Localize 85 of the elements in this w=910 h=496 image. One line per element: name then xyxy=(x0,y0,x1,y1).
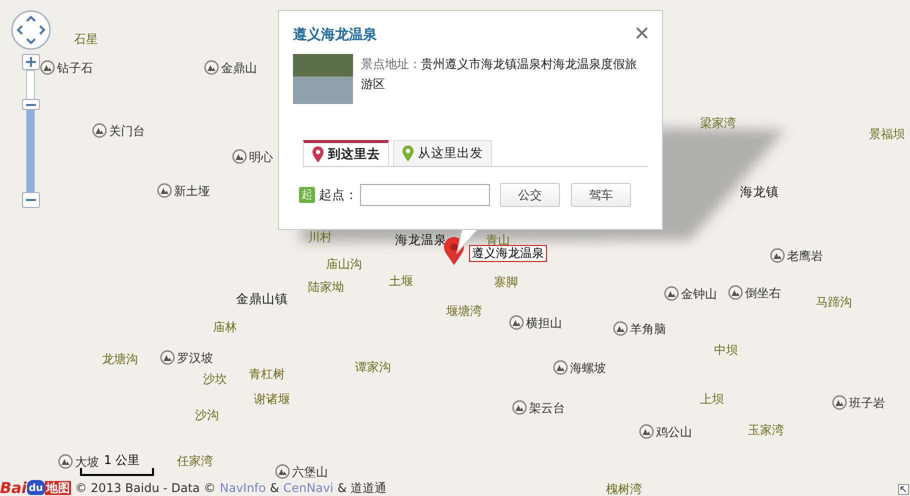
place-label: 谭家沟 xyxy=(355,360,391,374)
mountain-icon xyxy=(92,123,107,138)
corner-arrow-icon[interactable] xyxy=(898,484,909,495)
mountain-icon xyxy=(639,424,654,439)
start-badge: 起 xyxy=(299,187,315,203)
place-label: 新土垭 xyxy=(174,184,210,198)
place-label: 钻子石 xyxy=(57,60,93,74)
start-label: 起点： xyxy=(319,186,358,204)
logo-text: Bai xyxy=(0,480,27,494)
mountain-icon xyxy=(509,315,524,330)
mountain-icon xyxy=(204,60,219,75)
start-input-field[interactable] xyxy=(360,184,490,206)
mountain-icon xyxy=(232,149,247,164)
place-label: 金鼎山 xyxy=(221,60,257,74)
zoom-out-button[interactable] xyxy=(22,192,40,208)
place-label: 堰塘湾 xyxy=(446,304,482,318)
place-label: 梁家湾 xyxy=(700,116,736,130)
direction-tab[interactable]: 从这里出发 xyxy=(393,140,492,166)
separator-text: & xyxy=(270,480,280,494)
close-icon[interactable] xyxy=(636,27,648,39)
place-label: 沙坎 xyxy=(203,372,227,386)
place-label: 景福坝 xyxy=(869,127,905,141)
place-label: 老鹰岩 xyxy=(787,248,823,262)
route-button[interactable]: 驾车 xyxy=(571,183,631,207)
place-label: 马蹄沟 xyxy=(816,295,852,309)
place-label: 六堡山 xyxy=(292,464,328,478)
place-label: 横担山 xyxy=(526,316,562,330)
place-label: 庙林 xyxy=(213,320,237,334)
place-label: 关门台 xyxy=(109,124,145,138)
place-label: 明心 xyxy=(249,150,273,164)
place-label: 青山 xyxy=(486,233,510,247)
place-label: 海龙温泉 xyxy=(395,233,447,247)
popup-title: 遵义海龙温泉 xyxy=(293,26,377,45)
place-label: 庙山沟 xyxy=(326,257,362,271)
place-label: 中坝 xyxy=(714,343,738,357)
mountain-icon xyxy=(512,400,527,415)
zoom-slider-handle[interactable] xyxy=(22,99,40,110)
place-label: 槐树湾 xyxy=(606,482,642,496)
place-label: 川村 xyxy=(308,230,332,244)
place-label: 陆家坳 xyxy=(308,280,344,294)
mountain-icon xyxy=(58,454,73,469)
place-label: 金钟山 xyxy=(681,286,717,300)
direction-tab[interactable]: 到这里去 xyxy=(303,140,389,166)
place-label: 青杠树 xyxy=(249,367,285,381)
place-label: 龙塘沟 xyxy=(102,352,138,366)
place-label: 大坡 xyxy=(75,454,99,468)
mountain-icon xyxy=(157,183,172,198)
place-label: 海龙镇 xyxy=(740,185,779,199)
place-label: 上坝 xyxy=(700,392,724,406)
mountain-icon xyxy=(832,395,847,410)
logo-text: 地图 xyxy=(44,480,71,494)
copyright-text: © 2013 Baidu - Data © xyxy=(74,480,216,494)
address-text: 景点地址：贵州遵义市海龙镇温泉村海龙温泉度假旅游区 xyxy=(361,56,638,93)
place-label: 金鼎山镇 xyxy=(236,292,288,306)
place-label: 谢诸堰 xyxy=(254,392,290,406)
zoom-in-button[interactable] xyxy=(22,54,40,70)
zoom-slider-track[interactable] xyxy=(26,70,35,194)
plus-icon xyxy=(26,57,36,67)
place-label: 玉家湾 xyxy=(748,423,784,437)
mountain-icon xyxy=(40,60,55,75)
place-label: 任家湾 xyxy=(177,454,213,468)
place-label: 鸡公山 xyxy=(656,424,692,438)
place-label: 倒坐右 xyxy=(745,286,781,300)
place-label: 土堰 xyxy=(389,274,413,288)
mountain-icon xyxy=(728,285,743,300)
place-label: 石星 xyxy=(74,32,98,46)
mountain-icon xyxy=(275,464,290,479)
pan-control[interactable] xyxy=(11,10,51,50)
scale-label: 1 公里 xyxy=(104,453,140,467)
mountain-icon xyxy=(553,360,568,375)
place-label: 寨脚 xyxy=(494,275,518,289)
place-label: 沙沟 xyxy=(195,408,219,422)
place-label: 羊角脑 xyxy=(630,322,666,336)
place-label: 班子岩 xyxy=(849,396,885,410)
photo-placeholder xyxy=(293,54,353,104)
place-label: 罗汉坡 xyxy=(177,350,213,364)
mountain-icon xyxy=(613,321,628,336)
paw-logo: du xyxy=(26,480,45,495)
mountain-icon xyxy=(160,350,175,365)
place-label: 海螺坡 xyxy=(570,360,606,374)
mountain-icon xyxy=(664,286,679,301)
mountain-icon xyxy=(770,248,785,263)
copyright-text: & 道道通 xyxy=(337,480,387,494)
place-label: 架云台 xyxy=(529,400,565,414)
route-button[interactable]: 公交 xyxy=(500,183,560,207)
